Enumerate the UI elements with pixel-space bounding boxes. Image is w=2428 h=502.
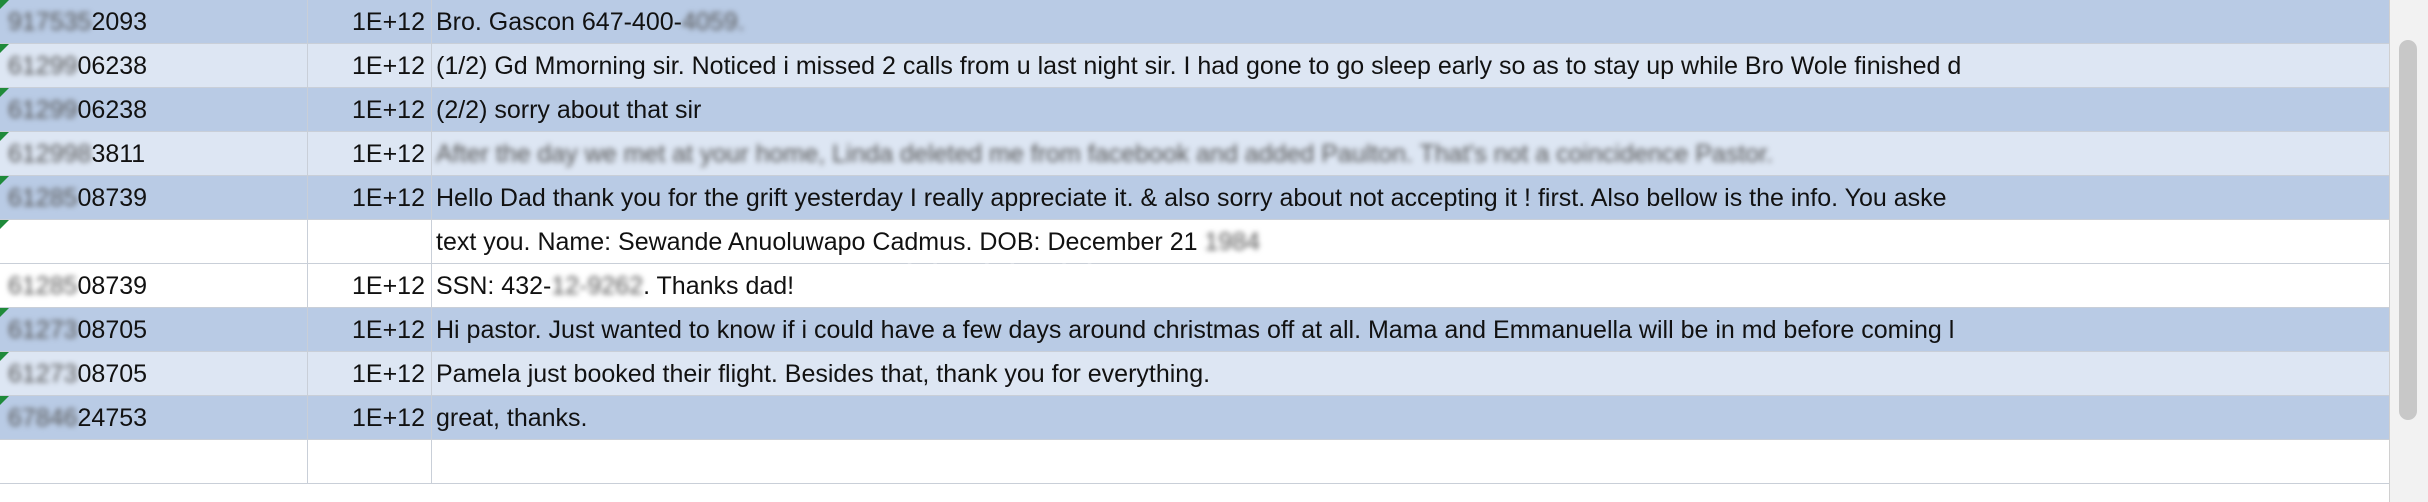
phone-cell[interactable]: 6129983811 xyxy=(0,132,308,175)
phone-cell[interactable]: 6127308705 xyxy=(0,308,308,351)
phone-cell[interactable] xyxy=(0,440,308,483)
table-row[interactable]: 6129906238 1E+12 (2/2) sorry about that … xyxy=(0,88,2390,132)
message-cell[interactable]: Pamela just booked their flight. Besides… xyxy=(432,352,2390,395)
redacted-text: 61285 xyxy=(8,184,78,212)
redacted-text: 917535 xyxy=(8,8,92,36)
redacted-text: 12-9262 xyxy=(551,272,644,300)
phone-cell[interactable]: 6128508739 xyxy=(0,176,308,219)
phone-text: 06238 xyxy=(77,96,148,124)
table-row[interactable]: 6129983811 1E+12 After the day we met at… xyxy=(0,132,2390,176)
scrollbar-thumb[interactable] xyxy=(2399,40,2417,420)
message-cell[interactable]: After the day we met at your home, Linda… xyxy=(432,132,2390,175)
message-text: SSN: 432- xyxy=(436,272,552,300)
phone-cell[interactable]: 6127308705 xyxy=(0,352,308,395)
table-row[interactable]: text you. Name: Sewande Anuoluwapo Cadmu… xyxy=(0,220,2390,264)
number-cell[interactable]: 1E+12 xyxy=(308,352,432,395)
message-text: Hello Dad thank you for the grift yester… xyxy=(436,184,1947,212)
message-text: . Thanks dad! xyxy=(643,272,795,300)
table-row[interactable]: 6784624753 1E+12 great, thanks. xyxy=(0,396,2390,440)
table-row[interactable] xyxy=(0,440,2390,484)
spreadsheet-grid: 9175352093 1E+12 Bro. Gascon 647-400-405… xyxy=(0,0,2390,502)
message-cell[interactable]: SSN: 432-12-9262. Thanks dad! xyxy=(432,264,2390,307)
message-text: text you. Name: Sewande Anuoluwapo Cadmu… xyxy=(436,228,1205,256)
table-row[interactable]: 9175352093 1E+12 Bro. Gascon 647-400-405… xyxy=(0,0,2390,44)
redacted-text: 61273 xyxy=(8,360,78,388)
error-indicator-icon[interactable] xyxy=(0,220,9,229)
redacted-text: 1984 xyxy=(1204,228,1261,256)
table-row[interactable]: 6128508739 1E+12 SSN: 432-12-9262. Thank… xyxy=(0,264,2390,308)
message-cell[interactable]: (1/2) Gd Mmorning sir. Noticed i missed … xyxy=(432,44,2390,87)
phone-cell[interactable]: 6129906238 xyxy=(0,44,308,87)
phone-text: 08705 xyxy=(77,316,148,344)
number-cell[interactable] xyxy=(308,440,432,483)
phone-cell[interactable]: 6128508739 xyxy=(0,264,308,307)
phone-cell[interactable]: 9175352093 xyxy=(0,0,308,43)
message-cell[interactable]: Bro. Gascon 647-400-4059. xyxy=(432,0,2390,43)
table-row[interactable]: 6128508739 1E+12 Hello Dad thank you for… xyxy=(0,176,2390,220)
message-cell[interactable]: Hi pastor. Just wanted to know if i coul… xyxy=(432,308,2390,351)
number-cell[interactable] xyxy=(308,220,432,263)
message-text: (1/2) Gd Mmorning sir. Noticed i missed … xyxy=(436,52,1962,80)
number-cell[interactable]: 1E+12 xyxy=(308,88,432,131)
vertical-scrollbar[interactable] xyxy=(2389,0,2428,502)
table-row[interactable]: 6129906238 1E+12 (1/2) Gd Mmorning sir. … xyxy=(0,44,2390,88)
message-text: Pamela just booked their flight. Besides… xyxy=(436,360,1211,388)
phone-cell[interactable] xyxy=(0,220,308,263)
phone-cell[interactable]: 6784624753 xyxy=(0,396,308,439)
redacted-text: After the day we met at your home, Linda… xyxy=(436,140,1774,168)
message-text: Bro. Gascon 647-400- xyxy=(436,8,682,36)
message-text: great, thanks. xyxy=(436,404,588,432)
redacted-text: 61285 xyxy=(8,272,78,300)
phone-text: 06238 xyxy=(77,52,148,80)
phone-text: 2093 xyxy=(91,8,148,36)
phone-text: 08739 xyxy=(77,184,148,212)
number-cell[interactable]: 1E+12 xyxy=(308,44,432,87)
table-row[interactable]: 6127308705 1E+12 Hi pastor. Just wanted … xyxy=(0,308,2390,352)
phone-text: 08739 xyxy=(77,272,148,300)
number-cell[interactable]: 1E+12 xyxy=(308,308,432,351)
redacted-text: 61273 xyxy=(8,316,78,344)
redacted-text: 61299 xyxy=(8,96,78,124)
phone-text: 24753 xyxy=(77,404,148,432)
message-text: Hi pastor. Just wanted to know if i coul… xyxy=(436,316,1955,344)
table-row[interactable]: 6127308705 1E+12 Pamela just booked thei… xyxy=(0,352,2390,396)
redacted-text: 61299 xyxy=(8,52,78,80)
redacted-text: 612998 xyxy=(8,140,92,168)
redacted-text: 67846 xyxy=(8,404,78,432)
number-cell[interactable]: 1E+12 xyxy=(308,396,432,439)
message-text: (2/2) sorry about that sir xyxy=(436,96,702,124)
number-cell[interactable]: 1E+12 xyxy=(308,264,432,307)
phone-text: 3811 xyxy=(91,140,146,168)
message-cell[interactable]: great, thanks. xyxy=(432,396,2390,439)
number-cell[interactable]: 1E+12 xyxy=(308,132,432,175)
number-cell[interactable]: 1E+12 xyxy=(308,0,432,43)
redacted-text: 4059. xyxy=(681,8,745,36)
message-cell[interactable]: (2/2) sorry about that sir xyxy=(432,88,2390,131)
phone-cell[interactable]: 6129906238 xyxy=(0,88,308,131)
number-cell[interactable]: 1E+12 xyxy=(308,176,432,219)
message-cell[interactable]: Hello Dad thank you for the grift yester… xyxy=(432,176,2390,219)
message-cell[interactable]: text you. Name: Sewande Anuoluwapo Cadmu… xyxy=(432,220,2390,263)
message-cell[interactable] xyxy=(432,440,2390,483)
phone-text: 08705 xyxy=(77,360,148,388)
